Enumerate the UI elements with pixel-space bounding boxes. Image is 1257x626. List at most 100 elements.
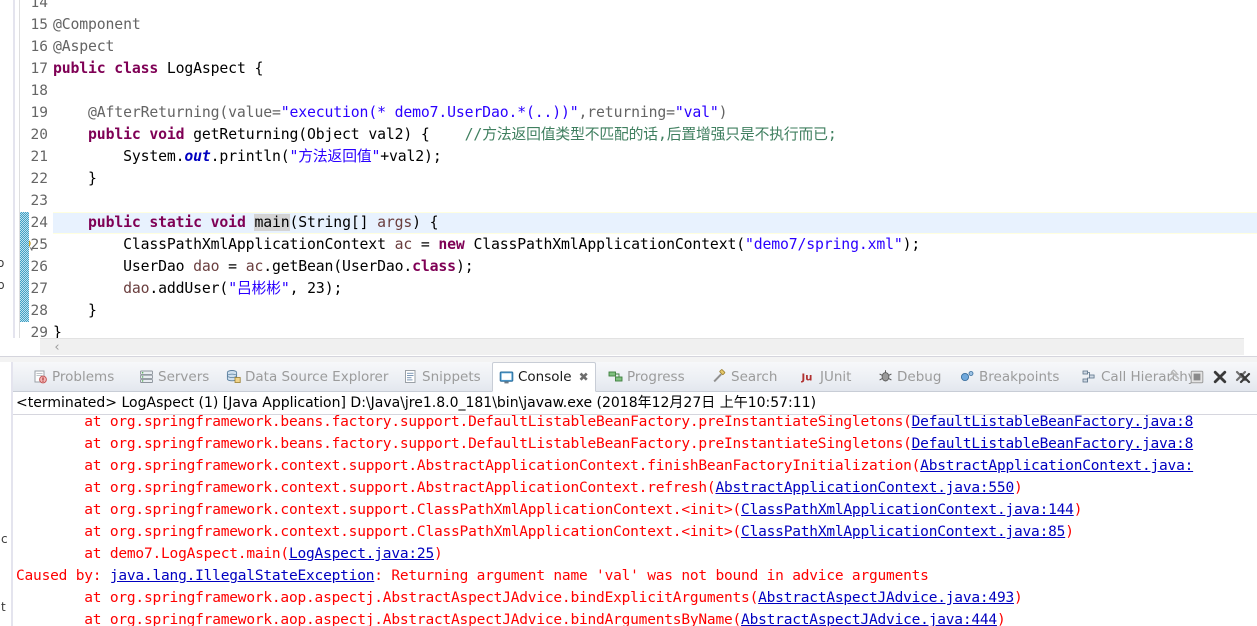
console-line[interactable]: at org.springframework.beans.factory.sup… xyxy=(16,415,1193,433)
console-line[interactable]: at org.springframework.context.support.A… xyxy=(16,455,1193,477)
console-line[interactable]: at org.springframework.beans.factory.sup… xyxy=(16,433,1193,455)
code-token: ac xyxy=(394,236,413,253)
code-line[interactable]: @AfterReturning(value="execution(* demo7… xyxy=(53,102,1257,124)
tab-close-icon[interactable]: ✖ xyxy=(579,370,589,384)
tab-label: Snippets xyxy=(422,368,481,385)
servers-icon xyxy=(139,369,154,384)
code-token: LogAspect { xyxy=(166,60,264,77)
code-token: UserDao xyxy=(53,258,194,275)
code-line[interactable]: public static void main(String[] args) { xyxy=(53,212,1257,234)
tab-snippets[interactable]: Snippets xyxy=(397,362,487,391)
console-output[interactable]: at org.springframework.beans.factory.sup… xyxy=(13,415,1257,626)
junit-icon: Ju xyxy=(801,369,816,384)
line-number: 14 xyxy=(30,0,48,11)
stack-trace-link[interactable]: DefaultListableBeanFactory.java:8 xyxy=(912,436,1194,452)
code-line[interactable]: @Aspect xyxy=(53,36,1257,58)
tab-servers[interactable]: Servers xyxy=(133,362,215,391)
code-line[interactable]: @Component xyxy=(53,14,1257,36)
editor-gutter[interactable]: 14 15 16 17 18 19 20 21 22 23 24 25 26 27 28 29 xyxy=(13,0,51,338)
console-text: ) xyxy=(1065,524,1074,540)
code-token: } xyxy=(53,324,62,338)
line-number: 23 xyxy=(30,193,48,209)
java-editor[interactable]: 14 15 16 17 18 19 20 21 22 23 24 25 26 27 28 29 @Compon… xyxy=(13,0,1257,338)
search-icon xyxy=(712,369,727,384)
code-line[interactable]: } xyxy=(53,322,1257,338)
console-text: at demo7.LogAspect.main( xyxy=(16,546,289,562)
tab-junit[interactable]: Ju JUnit xyxy=(795,362,857,391)
console-line[interactable]: at demo7.LogAspect.main(LogAspect.java:2… xyxy=(16,543,442,565)
code-token: "方法返回值" xyxy=(289,148,381,165)
console-line[interactable]: Caused by: java.lang.IllegalStateExcepti… xyxy=(16,565,929,587)
code-line[interactable] xyxy=(53,80,1257,102)
code-line[interactable] xyxy=(53,0,1257,14)
line-number: 18 xyxy=(30,83,48,99)
view-tab-bar[interactable]: Problems Servers Data Source Explorer Snipp… xyxy=(13,362,1257,392)
stack-trace-link[interactable]: AbstractAspectJAdvice.java:493 xyxy=(758,590,1014,606)
terminate-icon[interactable] xyxy=(1189,369,1205,385)
console-line[interactable]: at org.springframework.context.support.A… xyxy=(16,477,1023,499)
code-line[interactable]: ClassPathXmlApplicationContext ac = new … xyxy=(53,234,1257,256)
code-token: } xyxy=(53,170,97,187)
stack-trace-link[interactable]: ClassPathXmlApplicationContext.java:85 xyxy=(741,524,1065,540)
code-line[interactable]: } xyxy=(53,300,1257,322)
tab-breakpoints[interactable]: Breakpoints xyxy=(954,362,1065,391)
remove-launch-icon[interactable] xyxy=(1212,369,1228,385)
line-number: 20 xyxy=(30,127,48,143)
stack-trace-link[interactable]: ClassPathXmlApplicationContext.java:144 xyxy=(741,502,1074,518)
console-text: ) xyxy=(1014,480,1023,496)
stack-trace-link[interactable]: java.lang.IllegalStateException xyxy=(110,568,375,584)
code-line[interactable]: public class LogAspect { xyxy=(53,58,1257,80)
tab-search[interactable]: Search xyxy=(706,362,783,391)
clipped-tree-label: p xyxy=(0,278,5,292)
tab-debug[interactable]: Debug xyxy=(872,362,947,391)
code-token: = xyxy=(219,258,246,275)
tab-progress[interactable]: Progress xyxy=(602,362,691,391)
code-token: .println( xyxy=(210,148,290,165)
code-token: .addUser( xyxy=(149,280,229,297)
code-token: @Aspect xyxy=(53,38,115,55)
tab-label: Debug xyxy=(897,368,942,385)
code-token: //方法返回值类型不匹配的话,后置增强只是不执行而已; xyxy=(464,126,837,143)
remove-all-terminated-icon[interactable] xyxy=(1235,369,1251,385)
tab-data-source-explorer[interactable]: Data Source Explorer xyxy=(220,362,394,391)
pin-console-icon[interactable] xyxy=(1166,369,1182,385)
editor-code-area[interactable]: @Component @Aspect public class LogAspect … xyxy=(53,0,1257,338)
code-line[interactable]: public void getReturning(Object val2) { … xyxy=(53,124,1257,146)
tab-label: Progress xyxy=(627,368,685,385)
tab-problems[interactable]: Problems xyxy=(27,362,120,391)
code-token: out xyxy=(184,148,211,165)
code-token: public void xyxy=(88,126,194,143)
code-line[interactable]: UserDao dao = ac.getBean(UserDao.class); xyxy=(53,256,1257,278)
console-line[interactable]: at org.springframework.aop.aspectj.Abstr… xyxy=(16,587,1022,609)
scroll-left-arrow-icon[interactable]: ‹ xyxy=(50,340,64,355)
stack-trace-link[interactable]: AbstractApplicationContext.java: xyxy=(920,458,1193,474)
editor-horizontal-scrollbar[interactable]: ‹ xyxy=(40,338,1244,355)
tab-console[interactable]: Console ✖ xyxy=(492,362,596,392)
code-line[interactable] xyxy=(53,190,1257,212)
code-token: ClassPathXmlApplicationContext( xyxy=(473,236,745,253)
console-line[interactable]: at org.springframework.aop.aspectj.Abstr… xyxy=(16,609,1005,626)
console-line[interactable]: at org.springframework.context.support.C… xyxy=(16,499,1082,521)
line-number: 29 xyxy=(30,325,48,338)
tab-label: Data Source Explorer xyxy=(245,368,389,385)
clipped-tree-label: c xyxy=(1,532,8,546)
console-text: Caused by: xyxy=(16,568,110,584)
code-line[interactable]: dao.addUser("吕彬彬", 23); xyxy=(53,278,1257,300)
console-text: ) xyxy=(1073,502,1083,518)
console-toolbar[interactable] xyxy=(1166,362,1255,391)
stack-trace-link[interactable]: LogAspect.java:25 xyxy=(289,546,434,562)
code-token: = xyxy=(412,236,439,253)
stack-trace-link[interactable]: DefaultListableBeanFactory.java:8 xyxy=(912,415,1194,430)
code-line[interactable]: } xyxy=(53,168,1257,190)
console-line[interactable]: at org.springframework.context.support.C… xyxy=(16,521,1074,543)
code-line[interactable]: System.out.println("方法返回值"+val2); xyxy=(53,146,1257,168)
console-panel: Problems Servers Data Source Explorer Snipp… xyxy=(13,362,1257,626)
stack-trace-link[interactable]: AbstractAspectJAdvice.java:444 xyxy=(741,612,997,626)
stack-trace-link[interactable]: AbstractApplicationContext.java:550 xyxy=(715,480,1014,496)
console-text: at org.springframework.context.support.A… xyxy=(16,458,921,474)
console-icon xyxy=(499,370,514,385)
code-token: "val" xyxy=(674,104,719,121)
console-text: at org.springframework.context.support.A… xyxy=(16,480,716,496)
